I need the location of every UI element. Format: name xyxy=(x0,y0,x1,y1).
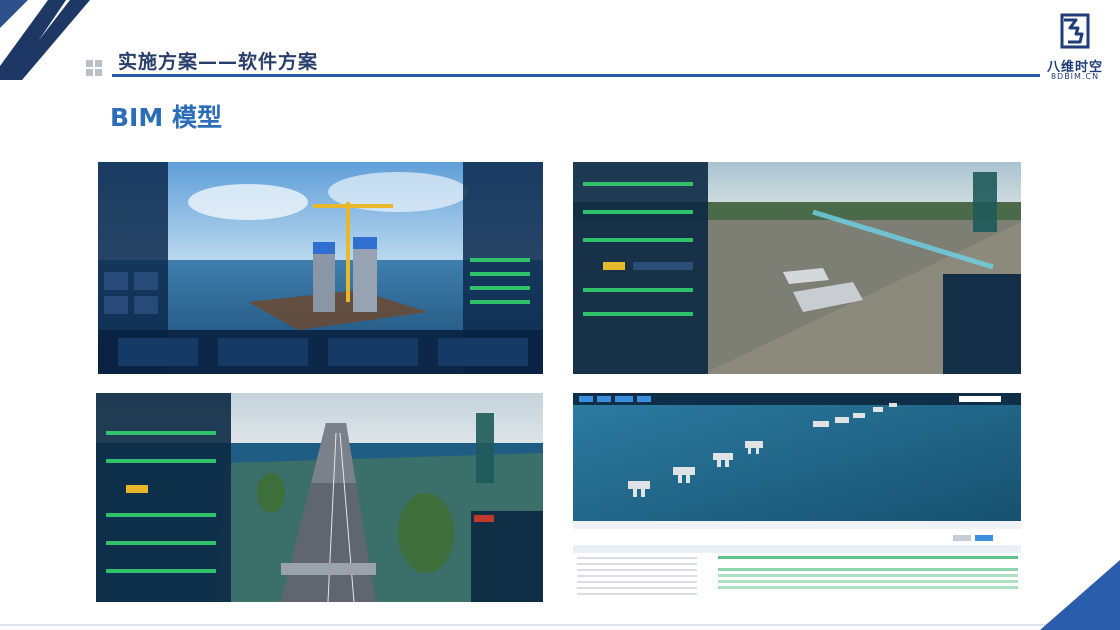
title-squares-decoration xyxy=(86,60,106,80)
highway-bridge-scene-icon xyxy=(96,393,543,602)
footer-divider xyxy=(0,624,1120,626)
brand-logo-icon xyxy=(1060,13,1090,49)
bim-screenshot-water-pier-schedule xyxy=(573,393,1021,602)
corner-decoration-bottom xyxy=(1040,560,1120,630)
brand-logo: 八维时空 8DBIM.CN xyxy=(1040,12,1110,84)
section-title: 实施方案——软件方案 xyxy=(118,51,319,73)
terrain-girder-scene-icon xyxy=(573,162,1021,374)
header-divider xyxy=(112,74,1040,77)
bim-screenshot-bridge-pier-construction xyxy=(98,162,543,374)
water-pier-gantt-scene-icon xyxy=(573,393,1021,602)
brand-domain: 8DBIM.CN xyxy=(1050,72,1100,81)
bridge-pier-crane-scene-icon xyxy=(98,162,543,374)
corner-decoration xyxy=(0,0,90,80)
bim-screenshot-highway-bridge-model xyxy=(96,393,543,602)
page-subtitle: BIM 模型 xyxy=(110,103,222,132)
bim-screenshot-terrain-girder-model xyxy=(573,162,1021,374)
